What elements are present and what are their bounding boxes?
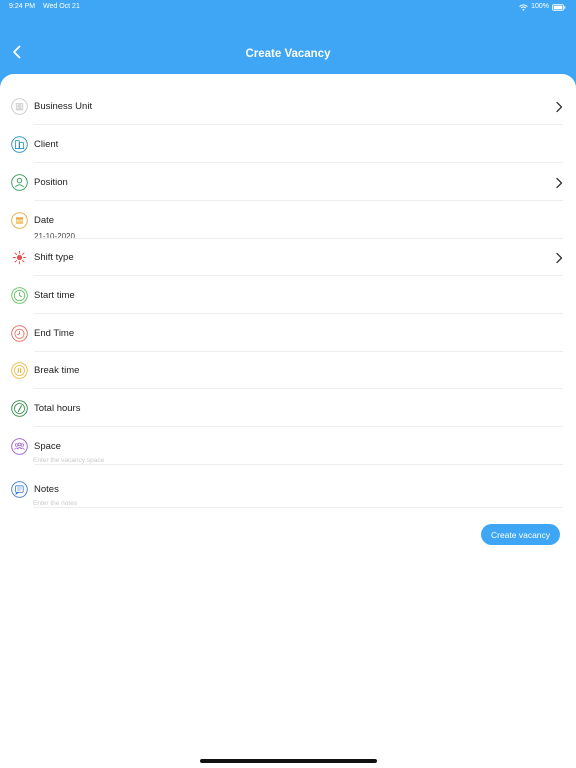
start-time-label: Start time: [34, 290, 75, 301]
notes-row: Notes: [0, 471, 576, 509]
sun-icon: [11, 249, 28, 266]
divider: [34, 426, 563, 427]
office-building-icon: [11, 136, 28, 153]
space-row: Space: [0, 428, 576, 466]
status-bar: 9:24 PM Wed Oct 21 100%: [0, 0, 576, 14]
user-icon: [11, 174, 28, 191]
home-indicator[interactable]: [200, 759, 377, 763]
client-label: Client: [34, 139, 59, 150]
break-time-row[interactable]: Break time: [0, 352, 576, 389]
form-card: Business Unit Client Position Date 21-10…: [0, 74, 576, 768]
navigation-header: Create Vacancy: [0, 14, 576, 74]
notes-label: Notes: [34, 484, 59, 495]
total-hours-label: Total hours: [34, 403, 81, 414]
status-date: Wed Oct 21: [43, 3, 80, 10]
people-icon: [11, 438, 28, 455]
total-hours-row[interactable]: Total hours: [0, 390, 576, 427]
date-row[interactable]: Date 21-10-2020: [0, 202, 576, 241]
chevron-right-icon: [554, 251, 564, 265]
space-label: Space: [34, 441, 61, 452]
divider: [34, 507, 563, 508]
page-title: Create Vacancy: [245, 48, 331, 60]
pause-icon: [11, 362, 28, 379]
clock-icon: [11, 287, 28, 304]
status-indicators: 100%: [519, 0, 566, 14]
wifi-icon: [519, 3, 528, 11]
position-row[interactable]: Position: [0, 164, 576, 201]
position-label: Position: [34, 177, 68, 188]
calendar-icon: [11, 212, 28, 229]
create-vacancy-button[interactable]: Create vacancy: [481, 524, 560, 545]
end-time-row[interactable]: End Time: [0, 315, 576, 352]
client-row[interactable]: Client: [0, 126, 576, 163]
note-icon: [11, 481, 28, 498]
stopwatch-icon: [11, 400, 28, 417]
divider: [34, 275, 563, 276]
date-label: Date: [34, 215, 55, 226]
divider: [34, 162, 563, 163]
divider: [34, 124, 563, 125]
shift-type-label: Shift type: [34, 252, 74, 263]
divider: [34, 388, 563, 389]
divider: [34, 464, 563, 465]
chevron-right-icon: [554, 176, 564, 190]
chevron-right-icon: [554, 100, 564, 114]
status-time: 9:24 PM: [9, 3, 36, 10]
divider: [34, 200, 563, 201]
shift-type-row[interactable]: Shift type: [0, 239, 576, 276]
start-time-row[interactable]: Start time: [0, 277, 576, 314]
alarm-clock-icon: [11, 325, 28, 342]
battery-icon: [552, 3, 566, 11]
business-unit-label: Business Unit: [34, 101, 93, 112]
divider: [34, 313, 563, 314]
end-time-label: End Time: [34, 328, 75, 339]
building-icon: [11, 98, 28, 115]
business-unit-row[interactable]: Business Unit: [0, 88, 576, 125]
battery-percent: 100%: [531, 3, 549, 10]
break-time-label: Break time: [34, 365, 80, 376]
